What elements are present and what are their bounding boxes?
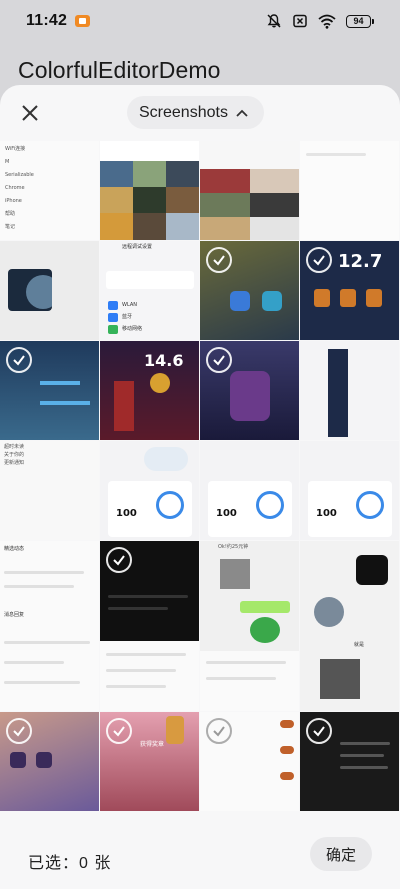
thumb-text: 笔记 xyxy=(5,224,16,230)
mute-icon xyxy=(267,14,281,28)
app-notification-icon xyxy=(75,15,91,27)
wifi-icon xyxy=(318,14,336,29)
thumbnail[interactable] xyxy=(0,341,99,440)
thumbnail[interactable]: 就是 xyxy=(300,541,399,711)
thumbnail[interactable] xyxy=(200,341,299,440)
thumb-text: 远程调试设置 xyxy=(122,244,153,250)
thumbnail[interactable]: 12.7 xyxy=(300,241,399,340)
picker-footer: 已选：0 张 确定 xyxy=(0,811,400,889)
thumbnail[interactable] xyxy=(300,141,399,240)
thumb-number: 100 xyxy=(116,508,137,519)
status-bar: 11:42 94 xyxy=(0,0,400,42)
thumbnail[interactable]: 100 xyxy=(300,441,399,540)
status-time: 11:42 xyxy=(26,12,68,29)
select-checkbox[interactable] xyxy=(306,718,332,744)
app-title: ColorfulEditorDemo xyxy=(18,57,221,83)
thumbnail[interactable]: 14.6 xyxy=(100,341,199,440)
thumbnail[interactable] xyxy=(300,341,399,440)
select-checkbox[interactable] xyxy=(6,718,32,744)
thumbnail[interactable]: 远程调试设置 WLAN 蓝牙 移动网络 xyxy=(100,241,199,340)
thumbnail[interactable] xyxy=(200,712,299,811)
thumb-text: 更新通知 xyxy=(4,460,25,466)
chevron-up-icon xyxy=(236,109,248,117)
picker-header: Screenshots xyxy=(0,85,400,141)
thumbnail[interactable]: 获得奖章 xyxy=(100,712,199,811)
select-checkbox[interactable] xyxy=(106,718,132,744)
thumb-text: WiFi连接 xyxy=(5,146,26,152)
thumb-text: 蓝牙 xyxy=(122,314,133,320)
battery-level: 94 xyxy=(353,16,364,26)
thumb-text: 就是 xyxy=(354,642,365,648)
thumb-text: Serializable xyxy=(5,172,34,178)
select-checkbox[interactable] xyxy=(206,347,232,373)
thumb-text: 获得奖章 xyxy=(140,741,165,748)
thumb-number: 100 xyxy=(216,508,237,519)
thumbnail[interactable] xyxy=(200,141,299,240)
album-selector[interactable]: Screenshots xyxy=(127,96,264,129)
thumb-text: 帮助 xyxy=(5,211,16,217)
thumbnail[interactable]: 精选动态 消息回复 xyxy=(0,541,99,711)
select-checkbox[interactable] xyxy=(106,547,132,573)
thumbnail[interactable]: 100 xyxy=(200,441,299,540)
thumb-number: 12.7 xyxy=(338,251,383,272)
thumb-number: 100 xyxy=(316,508,337,519)
select-checkbox[interactable] xyxy=(206,247,232,273)
thumb-text: WLAN xyxy=(122,302,138,308)
thumb-number: 14.6 xyxy=(144,351,184,370)
thumbnail[interactable] xyxy=(300,712,399,811)
photo-grid: WiFi连接 M Serializable Chrome iPhone 帮助 笔… xyxy=(0,141,400,811)
select-checkbox[interactable] xyxy=(6,347,32,373)
thumbnail[interactable] xyxy=(200,241,299,340)
thumbnail[interactable] xyxy=(0,241,99,340)
close-button[interactable] xyxy=(16,99,44,127)
thumbnail[interactable] xyxy=(100,141,199,240)
thumbnail[interactable] xyxy=(0,712,99,811)
thumb-text: Chrome xyxy=(5,185,25,191)
thumbnail[interactable]: 超时未读 关于你的 更新通知 xyxy=(0,441,99,540)
battery-icon: 94 xyxy=(346,14,374,28)
thumb-text: M xyxy=(5,159,10,165)
thumbnail[interactable]: WiFi连接 M Serializable Chrome iPhone 帮助 笔… xyxy=(0,141,99,240)
sim-off-icon xyxy=(293,14,307,28)
select-checkbox[interactable] xyxy=(306,247,332,273)
thumb-text: 移动网络 xyxy=(122,326,143,332)
thumbnail[interactable]: Ok!约25元钟 xyxy=(200,541,299,711)
thumb-text: iPhone xyxy=(5,198,22,204)
select-checkbox[interactable] xyxy=(206,718,232,744)
thumbnail[interactable] xyxy=(100,541,199,711)
close-icon xyxy=(22,105,38,121)
thumb-text: 消息回复 xyxy=(4,612,25,618)
thumb-text: Ok!约25元钟 xyxy=(218,544,249,550)
album-label: Screenshots xyxy=(139,103,228,121)
thumbnail[interactable]: 100 xyxy=(100,441,199,540)
selected-count: 已选：0 张 xyxy=(28,855,112,872)
confirm-button[interactable]: 确定 xyxy=(310,837,372,871)
thumb-text: 精选动态 xyxy=(4,546,25,552)
photo-picker-sheet: Screenshots WiFi连接 M Serializable Chrome… xyxy=(0,85,400,889)
